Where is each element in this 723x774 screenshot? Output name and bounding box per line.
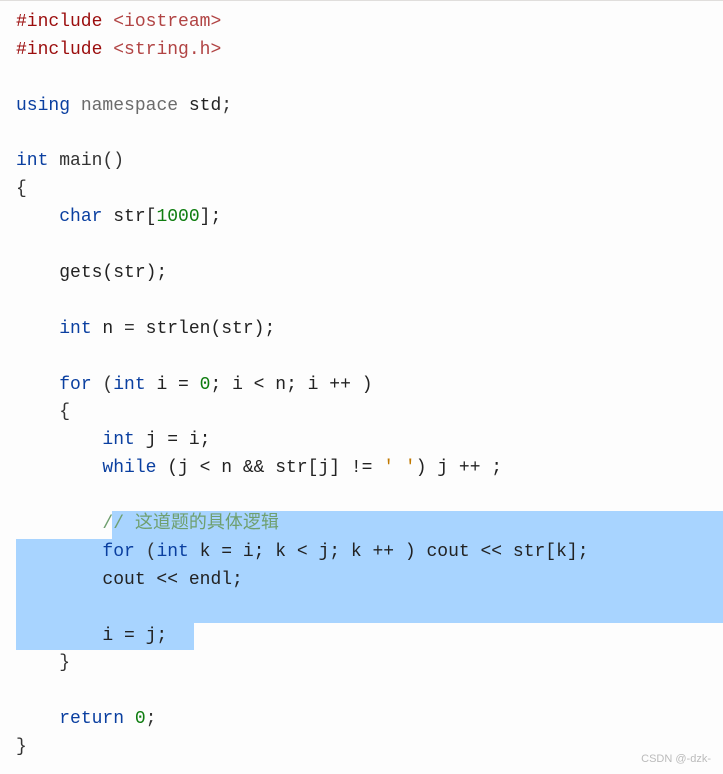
brace: {	[16, 179, 27, 199]
code-line: {	[16, 176, 723, 204]
code-line: int n = strlen(str);	[16, 316, 723, 344]
ident: (j < n && str[j] !=	[156, 458, 383, 478]
type-char: char	[59, 207, 102, 227]
brace: }	[16, 737, 27, 757]
number: 1000	[156, 207, 199, 227]
call-gets: gets(str);	[59, 263, 167, 283]
ident: k = i; k < j; k ++ ) cout << str[k];	[189, 542, 589, 562]
code-line: char str[1000];	[16, 204, 723, 232]
code-line	[16, 483, 723, 511]
ident: i =	[146, 375, 200, 395]
code-line: while (j < n && str[j] != ' ') j ++ ;	[16, 455, 723, 483]
type-int: int	[113, 375, 145, 395]
type-int: int	[59, 319, 91, 339]
code-line: #include <string.h>	[16, 37, 723, 65]
space	[124, 709, 135, 729]
code-line: return 0;	[16, 706, 723, 734]
code-line: // 这道题的具体逻辑	[16, 511, 723, 539]
ident: n	[92, 319, 124, 339]
kw-for: for	[102, 542, 134, 562]
type-int: int	[16, 151, 48, 171]
comment: // 这道题的具体逻辑	[102, 514, 278, 534]
kw-while: while	[102, 458, 156, 478]
type-int: int	[156, 542, 188, 562]
ident-std: std	[189, 96, 221, 116]
code-line: }	[16, 734, 723, 762]
ident: ) j ++ ;	[416, 458, 502, 478]
kw-return: return	[59, 709, 124, 729]
kw-for: for	[59, 375, 91, 395]
code-line: int main()	[16, 148, 723, 176]
code-line	[16, 232, 723, 260]
preproc-directive: #include	[16, 40, 102, 60]
preproc-directive: #include	[16, 12, 102, 32]
ident: ];	[200, 207, 222, 227]
ident: j = i;	[135, 430, 211, 450]
brace: }	[59, 653, 70, 673]
parens: ()	[102, 151, 124, 171]
semicolon: ;	[221, 96, 232, 116]
brace: {	[59, 402, 70, 422]
include-path: <iostream>	[113, 12, 221, 32]
ident: str[	[102, 207, 156, 227]
code-line-highlighted	[16, 595, 723, 623]
type-int: int	[102, 430, 134, 450]
paren: (	[92, 375, 114, 395]
semicolon: ;	[146, 709, 157, 729]
code-line: int j = i;	[16, 427, 723, 455]
func-main: main	[59, 151, 102, 171]
code-line-highlighted: for (int k = i; k < j; k ++ ) cout << st…	[16, 539, 723, 567]
code-line	[16, 288, 723, 316]
code-line	[16, 65, 723, 93]
code-line: #include <iostream>	[16, 9, 723, 37]
code-line	[16, 344, 723, 372]
ident: i = j;	[102, 626, 167, 646]
code-line: using namespace std;	[16, 93, 723, 121]
code-line	[16, 121, 723, 149]
code-line: }	[16, 650, 723, 678]
watermark: CSDN @-dzk-	[641, 751, 711, 768]
code-line-highlighted: i = j;	[16, 623, 723, 651]
string-literal: ' '	[383, 458, 415, 478]
code-line: {	[16, 399, 723, 427]
code-line: for (int i = 0; i < n; i ++ )	[16, 372, 723, 400]
ident: ; i < n; i ++ )	[210, 375, 372, 395]
code-pre: #include <iostream>#include <string.h> u…	[16, 9, 723, 762]
code-line-highlighted: cout << endl;	[16, 567, 723, 595]
kw-using: using	[16, 96, 70, 116]
code-line: gets(str);	[16, 260, 723, 288]
op-eq: =	[124, 319, 135, 339]
ident: strlen(str);	[135, 319, 275, 339]
number: 0	[200, 375, 211, 395]
paren: (	[135, 542, 157, 562]
code-line	[16, 678, 723, 706]
include-path: <string.h>	[113, 40, 221, 60]
ident: cout << endl;	[102, 570, 242, 590]
kw-namespace: namespace	[81, 96, 178, 116]
code-block: #include <iostream>#include <string.h> u…	[0, 0, 723, 774]
number: 0	[135, 709, 146, 729]
